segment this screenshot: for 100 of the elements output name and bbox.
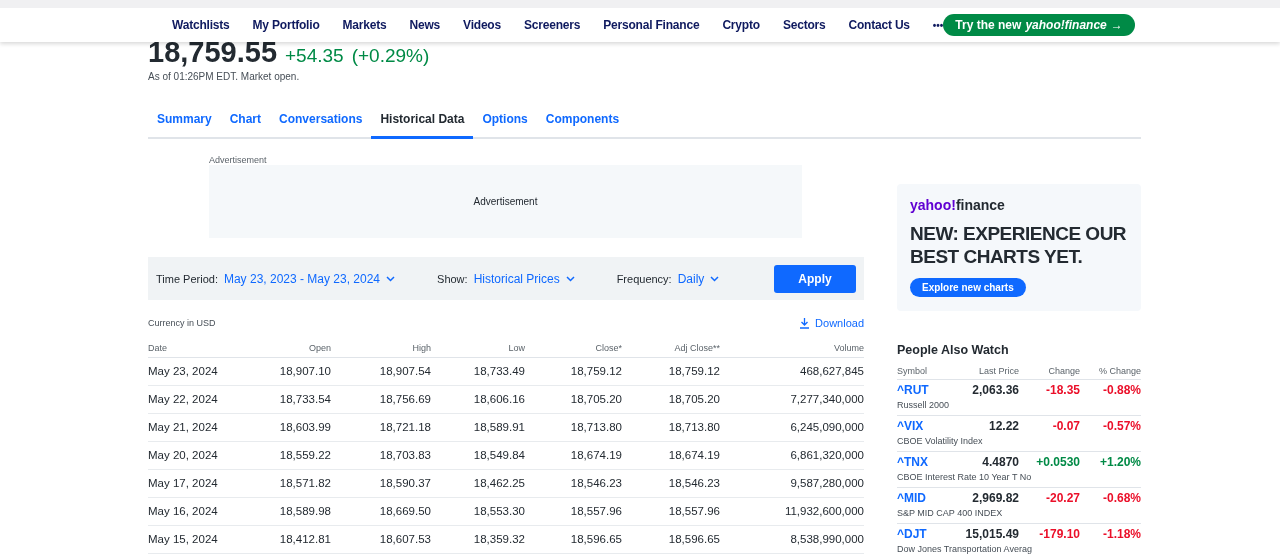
percent-change: (+0.29%)	[351, 44, 430, 68]
nav-link[interactable]: Videos	[463, 18, 501, 32]
download-icon	[799, 317, 811, 329]
table-cell: 18,589.91	[431, 414, 525, 442]
column-header: Close*	[525, 343, 622, 358]
table-cell: 18,546.23	[525, 470, 622, 498]
nav-link[interactable]: Personal Finance	[603, 18, 700, 32]
table-cell: 8,538,990,000	[720, 526, 864, 554]
try-new-button[interactable]: Try the new yahoo!finance →	[943, 14, 1135, 36]
price-change: +54.35	[285, 44, 344, 68]
column-header: Open	[268, 343, 331, 358]
column-header: Last Price	[978, 366, 1019, 376]
ad-label: Advertisement	[209, 155, 268, 165]
tab[interactable]: Conversations	[270, 104, 372, 139]
index-name: Dow Jones Transportation Averag	[897, 544, 1033, 556]
table-cell: 18,705.20	[622, 386, 720, 414]
table-cell: 18,703.83	[331, 442, 431, 470]
column-header: Symbol	[897, 366, 927, 376]
explore-charts-button[interactable]: Explore new charts	[910, 278, 1026, 297]
nav-link[interactable]: My Portfolio	[252, 18, 320, 32]
symbol-link[interactable]: ^RUT	[897, 383, 929, 397]
table-cell: 18,907.54	[331, 358, 431, 386]
nav-link[interactable]: Screeners	[524, 18, 581, 32]
show-dropdown[interactable]: Historical Prices	[473, 271, 575, 286]
table-cell: 18,674.19	[622, 442, 720, 470]
market-time: As of 01:26PM EDT. Market open.	[148, 71, 301, 82]
last-price: 12.22	[988, 419, 1019, 433]
table-cell: May 17, 2024	[148, 470, 268, 498]
table-cell: 18,557.96	[622, 498, 720, 526]
table-cell: 18,713.80	[622, 414, 720, 442]
table-cell: 18,759.12	[622, 358, 720, 386]
change-value: -18.35	[1044, 383, 1080, 399]
tab[interactable]: Historical Data	[371, 104, 474, 139]
section-title: People Also Watch	[897, 343, 1010, 357]
nav-link[interactable]: Crypto	[722, 18, 760, 32]
table-cell: 18,553.30	[431, 498, 525, 526]
nav-link[interactable]: News	[409, 18, 441, 32]
column-header: Date	[148, 343, 268, 358]
table-cell: 468,627,845	[720, 358, 864, 386]
last-price: 2,969.82	[972, 491, 1019, 505]
brand-logo: yahoo!finance	[910, 197, 1005, 213]
tab[interactable]: Components	[536, 104, 629, 139]
table-cell: May 16, 2024	[148, 498, 268, 526]
table-cell: May 21, 2024	[148, 414, 268, 442]
table-cell: 18,546.23	[622, 470, 720, 498]
table-cell: May 15, 2024	[148, 526, 268, 554]
table-cell: 18,759.12	[525, 358, 622, 386]
symbol-link[interactable]: ^MID	[897, 491, 926, 505]
chevron-down-icon	[710, 275, 720, 282]
tab[interactable]: Chart	[220, 104, 271, 139]
symbol-link[interactable]: ^TNX	[897, 455, 928, 469]
more-menu[interactable]: •••	[932, 19, 944, 31]
column-header: Volume	[720, 343, 864, 358]
table-cell: 18,462.25	[431, 470, 525, 498]
table-cell: 18,559.22	[268, 442, 331, 470]
table-cell: May 20, 2024	[148, 442, 268, 470]
tab[interactable]: Options	[473, 104, 537, 139]
percent-change: -1.18%	[1101, 527, 1141, 543]
change-value: -20.27	[1044, 491, 1080, 507]
table-cell: 18,359.32	[431, 526, 525, 554]
table-cell: 18,669.50	[331, 498, 431, 526]
percent-change: +1.20%	[1098, 455, 1141, 471]
table-cell: 11,932,600,000	[720, 498, 864, 526]
filter-label: Time Period:	[156, 272, 218, 285]
table-cell: May 23, 2024	[148, 358, 268, 386]
table-cell: 18,733.54	[268, 386, 331, 414]
index-name: CBOE Volatility Index	[897, 436, 984, 448]
change-value: -0.07	[1051, 419, 1080, 435]
table-cell: 6,861,320,000	[720, 442, 864, 470]
column-header: Low	[431, 343, 525, 358]
column-header: Change	[1047, 366, 1080, 376]
frequency-dropdown[interactable]: Daily	[677, 271, 720, 286]
apply-button[interactable]: Apply	[774, 264, 856, 293]
table-cell: 18,907.10	[268, 358, 331, 386]
table-cell: 6,245,090,000	[720, 414, 864, 442]
filter-label: Show:	[437, 272, 468, 285]
column-header: High	[331, 343, 431, 358]
download-link[interactable]: Download	[799, 317, 864, 329]
nav-link[interactable]: Watchlists	[172, 18, 230, 32]
symbol-link[interactable]: ^VIX	[897, 419, 924, 433]
table-cell: 18,733.49	[431, 358, 525, 386]
chevron-down-icon	[565, 275, 575, 282]
tab[interactable]: Summary	[148, 104, 221, 139]
table-cell: 18,713.80	[525, 414, 622, 442]
percent-change: -0.68%	[1101, 491, 1141, 507]
column-header: Adj Close**	[622, 343, 720, 358]
symbol-link[interactable]: ^DJT	[897, 527, 927, 541]
table-cell: 18,603.99	[268, 414, 331, 442]
column-header: % Change	[1097, 366, 1141, 376]
table-cell: 18,596.65	[622, 526, 720, 554]
nav-link[interactable]: Markets	[342, 18, 387, 32]
table-cell: 18,756.69	[331, 386, 431, 414]
table-cell: 18,705.20	[525, 386, 622, 414]
promo-headline: NEW: EXPERIENCE OUR BEST CHARTS YET.	[910, 222, 1128, 268]
time-period-dropdown[interactable]: May 23, 2023 - May 23, 2024	[223, 271, 396, 286]
last-price: 15,015.49	[965, 527, 1019, 541]
index-price: 18,759.55	[148, 38, 277, 66]
nav-link[interactable]: Contact Us	[848, 18, 910, 32]
last-price: 4.4870	[982, 455, 1019, 469]
nav-link[interactable]: Sectors	[782, 18, 826, 32]
